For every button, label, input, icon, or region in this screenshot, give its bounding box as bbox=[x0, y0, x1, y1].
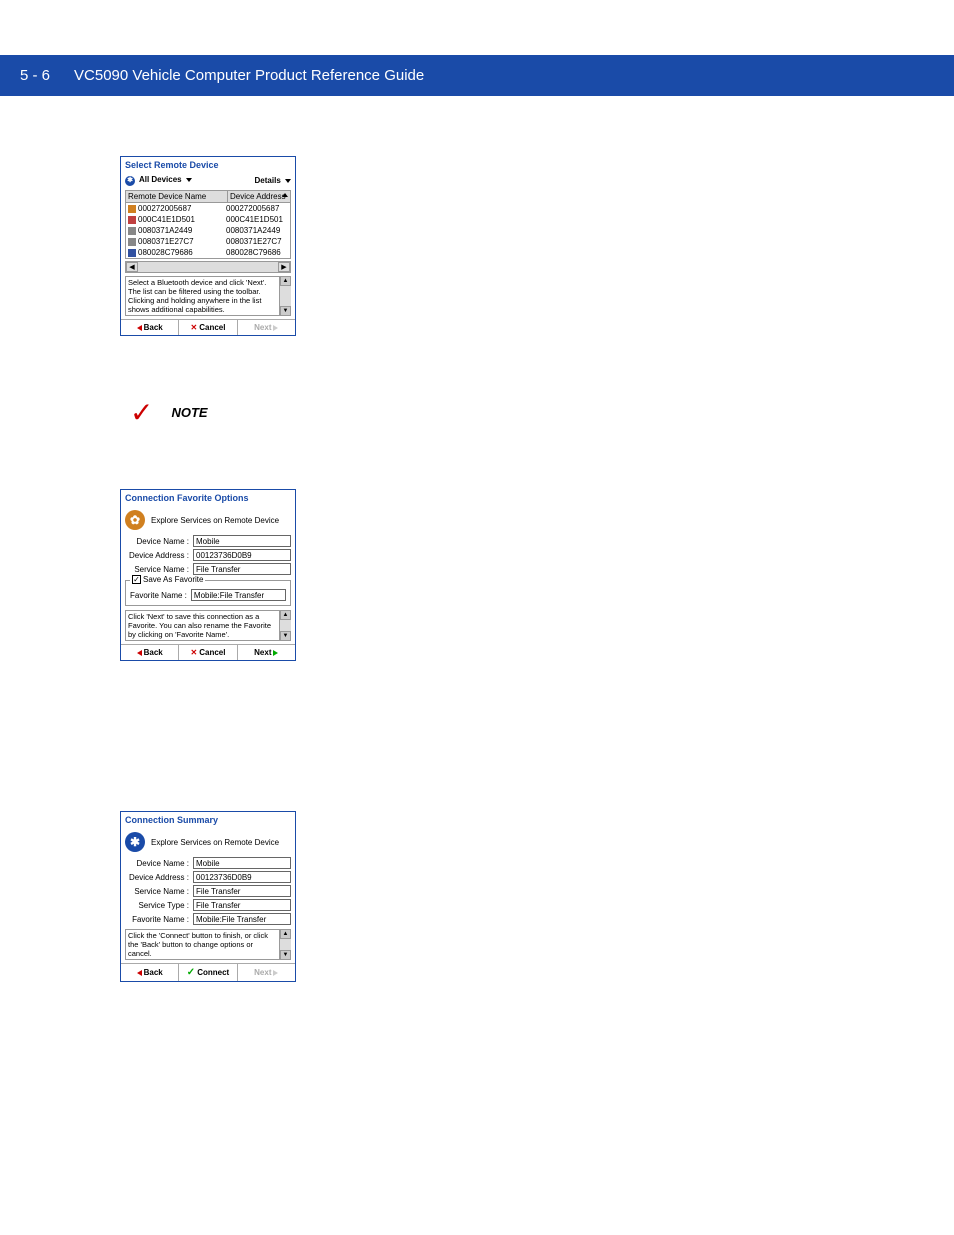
vertical-scrollbar[interactable]: ▲ ▼ bbox=[280, 610, 291, 641]
scroll-up-icon[interactable]: ▲ bbox=[280, 610, 291, 620]
service-name-field[interactable]: File Transfer bbox=[193, 885, 291, 897]
service-type-label: Service Type : bbox=[125, 901, 193, 910]
scroll-left-icon[interactable]: ◀ bbox=[126, 262, 138, 272]
scroll-down-icon[interactable]: ▼ bbox=[280, 631, 291, 641]
table-row[interactable]: 0080371E27C7 0080371E27C7 bbox=[126, 236, 290, 247]
dialog-subtitle: Explore Services on Remote Device bbox=[151, 838, 279, 847]
favorite-name-label: Favorite Name : bbox=[125, 915, 193, 924]
device-address-field[interactable]: 00123736D0B9 bbox=[193, 549, 291, 561]
dialog-toolbar: ✱ All Devices Details bbox=[121, 173, 295, 188]
page-header: 5 - 6 VC5090 Vehicle Computer Product Re… bbox=[0, 55, 954, 96]
device-name-field[interactable]: Mobile bbox=[193, 535, 291, 547]
sort-asc-icon bbox=[282, 193, 288, 197]
scroll-up-icon[interactable]: ▲ bbox=[280, 929, 291, 939]
scroll-right-icon[interactable]: ▶ bbox=[278, 262, 290, 272]
gear-icon: ✿ bbox=[125, 510, 145, 530]
arrow-left-icon bbox=[137, 650, 142, 656]
select-remote-device-dialog: Select Remote Device ✱ All Devices Detai… bbox=[120, 156, 296, 336]
scroll-down-icon[interactable]: ▼ bbox=[280, 306, 291, 316]
service-name-field[interactable]: File Transfer bbox=[193, 563, 291, 575]
connection-favorite-options-dialog: Connection Favorite Options ✿ Explore Se… bbox=[120, 489, 296, 661]
device-icon bbox=[128, 216, 136, 224]
page-title: VC5090 Vehicle Computer Product Referenc… bbox=[74, 67, 424, 84]
chevron-down-icon bbox=[186, 178, 192, 182]
back-button[interactable]: Back bbox=[121, 320, 179, 335]
scroll-track[interactable] bbox=[280, 286, 291, 306]
arrow-left-icon bbox=[137, 970, 142, 976]
save-favorite-checkbox[interactable]: ✓ bbox=[132, 575, 141, 584]
horizontal-scrollbar[interactable]: ◀ ▶ bbox=[125, 261, 291, 273]
vertical-scrollbar[interactable]: ▲ ▼ bbox=[280, 276, 291, 316]
col-remote-name[interactable]: Remote Device Name bbox=[126, 191, 228, 202]
scroll-down-icon[interactable]: ▼ bbox=[280, 950, 291, 960]
table-row[interactable]: 000C41E1D501 000C41E1D501 bbox=[126, 214, 290, 225]
cancel-button[interactable]: ✕Cancel bbox=[179, 645, 237, 660]
x-icon: ✕ bbox=[191, 323, 198, 332]
button-row: Back ✓Connect Next bbox=[121, 963, 295, 981]
service-name-label: Service Name : bbox=[125, 887, 193, 896]
note-label: NOTE bbox=[171, 405, 207, 420]
device-icon bbox=[128, 238, 136, 246]
scroll-track[interactable] bbox=[280, 620, 291, 631]
device-icon bbox=[128, 205, 136, 213]
all-devices-filter[interactable]: ✱ All Devices bbox=[125, 175, 192, 186]
favorite-name-field[interactable]: Mobile:File Transfer bbox=[191, 589, 286, 601]
x-icon: ✕ bbox=[191, 648, 198, 657]
col-device-addr[interactable]: Device Address bbox=[228, 191, 290, 202]
device-icon bbox=[128, 227, 136, 235]
favorite-name-field[interactable]: Mobile:File Transfer bbox=[193, 913, 291, 925]
help-text: Select a Bluetooth device and click 'Nex… bbox=[125, 276, 280, 316]
next-button[interactable]: Next bbox=[238, 645, 295, 660]
cancel-button[interactable]: ✕Cancel bbox=[179, 320, 237, 335]
arrow-right-icon bbox=[273, 970, 278, 976]
device-name-label: Device Name : bbox=[125, 537, 193, 546]
device-address-field[interactable]: 00123736D0B9 bbox=[193, 871, 291, 883]
content-area: Select Remote Device ✱ All Devices Detai… bbox=[0, 96, 954, 1102]
device-table: Remote Device Name Device Address 000272… bbox=[125, 190, 291, 259]
scroll-up-icon[interactable]: ▲ bbox=[280, 276, 291, 286]
chevron-down-icon bbox=[285, 179, 291, 183]
connection-summary-dialog: Connection Summary ✱ Explore Services on… bbox=[120, 811, 296, 982]
table-row[interactable]: 000272005687 000272005687 bbox=[126, 203, 290, 214]
dialog-title: Connection Favorite Options bbox=[121, 490, 295, 506]
device-address-label: Device Address : bbox=[125, 551, 193, 560]
save-favorite-label: Save As Favorite bbox=[143, 575, 203, 584]
dialog-title: Select Remote Device bbox=[121, 157, 295, 173]
help-text: Click 'Next' to save this connection as … bbox=[125, 610, 280, 641]
table-row[interactable]: 0080371A2449 0080371A2449 bbox=[126, 225, 290, 236]
device-icon bbox=[128, 249, 136, 257]
check-icon: ✓ bbox=[187, 967, 195, 978]
button-row: Back ✕Cancel Next bbox=[121, 319, 295, 335]
note-block: ✓ NOTE bbox=[130, 396, 954, 429]
vertical-scrollbar[interactable]: ▲ ▼ bbox=[280, 929, 291, 960]
service-name-label: Service Name : bbox=[125, 565, 193, 574]
bluetooth-icon: ✱ bbox=[125, 176, 135, 186]
next-button: Next bbox=[238, 964, 295, 981]
dialog-subtitle: Explore Services on Remote Device bbox=[151, 516, 279, 525]
details-menu[interactable]: Details bbox=[255, 176, 291, 185]
page-number: 5 - 6 bbox=[20, 67, 50, 84]
next-button: Next bbox=[238, 320, 295, 335]
help-text: Click the 'Connect' button to finish, or… bbox=[125, 929, 280, 960]
save-favorite-fieldset: ✓ Save As Favorite Favorite Name : Mobil… bbox=[125, 580, 291, 606]
favorite-name-label: Favorite Name : bbox=[130, 591, 191, 600]
check-icon: ✓ bbox=[130, 396, 153, 429]
device-name-label: Device Name : bbox=[125, 859, 193, 868]
arrow-right-icon bbox=[273, 650, 278, 656]
arrow-right-icon bbox=[273, 325, 278, 331]
arrow-left-icon bbox=[137, 325, 142, 331]
back-button[interactable]: Back bbox=[121, 964, 179, 981]
table-header: Remote Device Name Device Address bbox=[126, 191, 290, 203]
button-row: Back ✕Cancel Next bbox=[121, 644, 295, 660]
back-button[interactable]: Back bbox=[121, 645, 179, 660]
dialog-title: Connection Summary bbox=[121, 812, 295, 828]
device-address-label: Device Address : bbox=[125, 873, 193, 882]
bluetooth-icon: ✱ bbox=[125, 832, 145, 852]
table-row[interactable]: 080028C79686 080028C79686 bbox=[126, 247, 290, 258]
scroll-track[interactable] bbox=[280, 939, 291, 950]
device-name-field[interactable]: Mobile bbox=[193, 857, 291, 869]
service-type-field[interactable]: File Transfer bbox=[193, 899, 291, 911]
connect-button[interactable]: ✓Connect bbox=[179, 964, 237, 981]
scroll-track[interactable] bbox=[138, 262, 278, 272]
